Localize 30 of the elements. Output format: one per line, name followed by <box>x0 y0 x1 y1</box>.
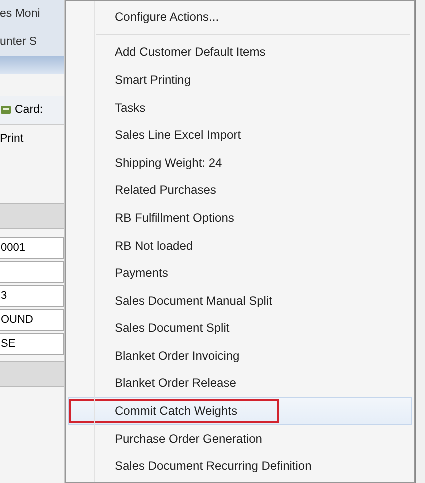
input-field[interactable]: 3 <box>0 285 64 307</box>
input-field[interactable] <box>0 261 64 283</box>
input-field[interactable]: SE <box>0 333 64 355</box>
menu-item[interactable]: RB Not loaded <box>68 232 412 260</box>
menu-item[interactable]: RB Fulfillment Options <box>68 204 412 232</box>
print-label: Print <box>0 132 25 147</box>
input-field[interactable]: 0001 <box>0 237 64 259</box>
section-header <box>0 203 64 229</box>
section-header <box>0 361 64 387</box>
ribbon-bar <box>0 56 64 74</box>
menu-item[interactable]: Payments <box>68 259 412 287</box>
menu-item[interactable]: Sales Document Manual Split <box>68 286 412 314</box>
window-title: es Moni <box>0 0 64 28</box>
menu-item[interactable]: Sales Document Recurring Definition <box>68 452 412 480</box>
menu-item[interactable]: Configure Actions... <box>68 3 412 31</box>
menu-item[interactable]: Tasks <box>68 94 412 122</box>
toolbar-button[interactable]: Card: <box>15 104 44 116</box>
menu-item[interactable]: Sales Document Split <box>68 314 412 342</box>
menu-item[interactable]: Blanket Order Release <box>68 370 412 398</box>
input-field[interactable]: OUND <box>0 309 64 331</box>
menu-item[interactable]: Sales Line Excel Import <box>68 121 412 149</box>
menu-item[interactable]: Blanket Order Invoicing <box>68 342 412 370</box>
menu-item[interactable]: Shipping Weight: 24 <box>68 148 412 177</box>
menu-item[interactable]: Smart Printing <box>68 66 412 94</box>
menu-item[interactable]: Add Customer Default Items <box>68 38 412 66</box>
window-title: unter S <box>0 28 64 56</box>
card-icon <box>0 104 12 116</box>
menu-item[interactable]: Commit Catch Weights <box>68 397 412 425</box>
menu-item[interactable]: Related Purchases <box>68 176 412 204</box>
menu-item[interactable]: Purchase Order Generation <box>68 424 412 452</box>
